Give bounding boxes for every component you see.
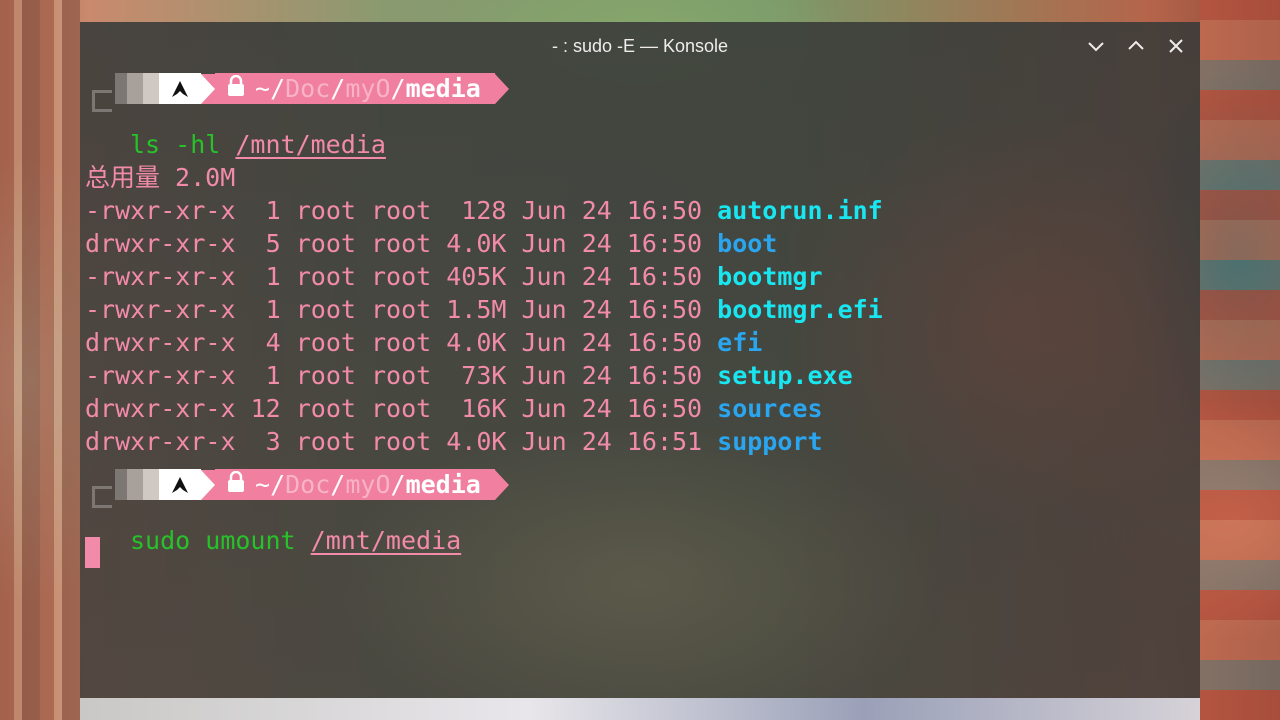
wallpaper-bottom: [80, 698, 1200, 720]
chevron-up-icon: [1128, 40, 1144, 50]
command-sudo: sudo: [130, 526, 191, 555]
command-text: ls -hl: [130, 130, 221, 159]
dir-name: efi: [717, 328, 763, 357]
path-segment: myO: [345, 470, 391, 499]
command-line-1: ls -hl /mnt/media: [130, 128, 386, 161]
list-item: -rwxr-xr-x 1 root root 73K Jun 24 16:50 …: [85, 361, 853, 390]
terminal-area[interactable]: ~ / Doc / myO / media ls -hl /mnt/media 总用量 2.…: [80, 70, 1200, 698]
command-line-2: sudo umount /mnt/media: [130, 524, 461, 557]
path-segment: myO: [345, 74, 391, 103]
file-name: setup.exe: [717, 361, 853, 390]
konsole-window: - : sudo -E — Konsole ~ / Doc / myO / me…: [80, 22, 1200, 698]
list-item: drwxr-xr-x 12 root root 16K Jun 24 16:50…: [85, 394, 823, 423]
file-name: autorun.inf: [717, 196, 883, 225]
command-text: umount: [205, 526, 296, 555]
lock-icon: [227, 74, 245, 103]
total-line: 总用量 2.0M: [85, 163, 236, 192]
list-item: drwxr-xr-x 5 root root 4.0K Jun 24 16:50…: [85, 229, 778, 258]
wallpaper-right: [1200, 0, 1280, 720]
command-argument[interactable]: /mnt/media: [235, 130, 386, 159]
dir-name: sources: [717, 394, 823, 423]
text-cursor: [85, 537, 100, 568]
prompt-1: ~ / Doc / myO / media: [115, 73, 509, 104]
arch-linux-icon: [159, 469, 201, 500]
prompt-bracket: [92, 90, 112, 112]
prompt-path: ~ / Doc / myO / media: [215, 469, 495, 500]
arch-linux-icon: [159, 73, 201, 104]
dir-name: support: [717, 427, 823, 456]
path-current: media: [405, 470, 481, 499]
path-segment: Doc: [285, 74, 331, 103]
title-bar[interactable]: - : sudo -E — Konsole: [80, 22, 1200, 70]
lock-icon: [227, 470, 245, 499]
wallpaper-left: [0, 0, 80, 720]
list-item: -rwxr-xr-x 1 root root 1.5M Jun 24 16:50…: [85, 295, 883, 324]
close-icon: [1169, 39, 1183, 53]
list-item: drwxr-xr-x 3 root root 4.0K Jun 24 16:51…: [85, 427, 823, 456]
prompt-bracket: [92, 486, 112, 508]
list-item: -rwxr-xr-x 1 root root 405K Jun 24 16:50…: [85, 262, 823, 291]
list-item: drwxr-xr-x 4 root root 4.0K Jun 24 16:50…: [85, 328, 763, 357]
command-argument[interactable]: /mnt/media: [311, 526, 462, 555]
path-current: media: [405, 74, 481, 103]
close-button[interactable]: [1166, 36, 1186, 56]
path-segment: Doc: [285, 470, 331, 499]
chevron-down-icon: [1088, 42, 1104, 52]
maximize-button[interactable]: [1126, 36, 1146, 56]
window-title: - : sudo -E — Konsole: [551, 36, 729, 56]
file-name: bootmgr.efi: [717, 295, 883, 324]
minimize-button[interactable]: [1086, 36, 1106, 56]
prompt-2: ~ / Doc / myO / media: [115, 469, 509, 500]
path-home: ~: [255, 470, 271, 499]
list-item: -rwxr-xr-x 1 root root 128 Jun 24 16:50 …: [85, 196, 883, 225]
prompt-path: ~ / Doc / myO / media: [215, 73, 495, 104]
file-name: bootmgr: [717, 262, 823, 291]
dir-name: boot: [717, 229, 778, 258]
path-home: ~: [255, 74, 271, 103]
